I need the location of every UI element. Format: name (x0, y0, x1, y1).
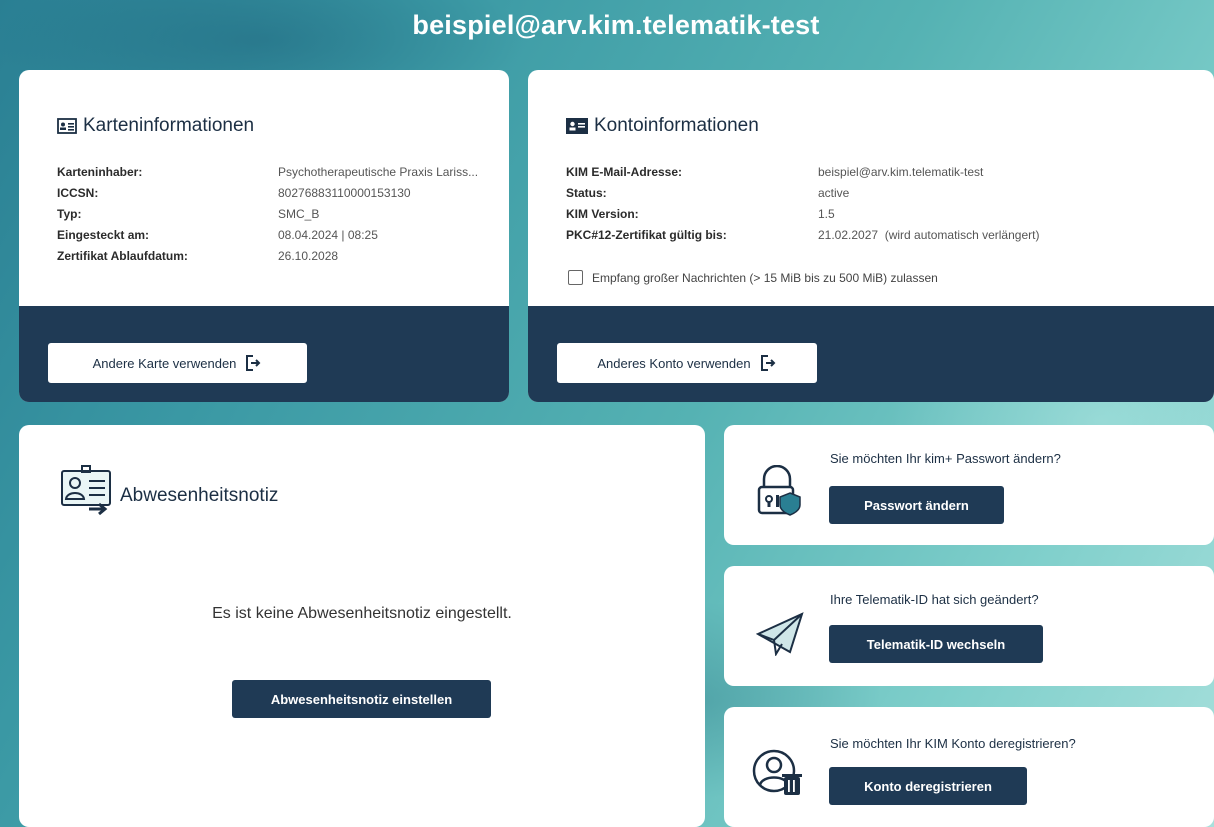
info-row: KIM Version: 1.5 (566, 203, 1039, 224)
change-password-button[interactable]: Passwort ändern (829, 486, 1004, 524)
info-row: Eingesteckt am: 08.04.2024 | 08:25 (57, 224, 478, 245)
info-row: ICCSN: 80276883110000153130 (57, 182, 478, 203)
info-row: KIM E-Mail-Adresse: beispiel@arv.kim.tele… (566, 161, 1039, 182)
logout-icon (760, 355, 776, 371)
info-label: Eingesteckt am: (57, 227, 150, 242)
account-info-panel: Kontoinformationen KIM E-Mail-Adresse: be… (528, 70, 1214, 402)
info-label: ICCSN: (57, 185, 99, 200)
absence-note-icon (61, 465, 111, 516)
info-row: Typ: SMC_B (57, 203, 478, 224)
info-label: Karteninhaber: (57, 164, 143, 179)
user-delete-icon (752, 749, 802, 795)
account-info-title: Kontoinformationen (594, 115, 759, 136)
large-messages-label: Empfang großer Nachrichten (> 15 MiB bis… (592, 271, 938, 285)
account-info-table: KIM E-Mail-Adresse: beispiel@arv.kim.tele… (566, 161, 1039, 245)
use-other-card-button[interactable]: Andere Karte verwenden (48, 343, 307, 383)
id-card-icon (57, 118, 77, 134)
absence-title: Abwesenheitsnotiz (120, 485, 279, 506)
info-value: beispiel@arv.kim.telematik-test (818, 164, 984, 179)
info-label: Typ: (57, 206, 82, 221)
info-row: Status: active (566, 182, 1039, 203)
password-panel: Sie möchten Ihr kim+ Passwort ändern? Pa… (724, 425, 1214, 545)
large-messages-checkbox[interactable] (568, 270, 583, 285)
use-other-card-label: Andere Karte verwenden (92, 355, 237, 371)
deregister-panel: Sie möchten Ihr KIM Konto deregistrieren… (724, 707, 1214, 827)
page-title: beispiel@arv.kim.telematik-test (412, 10, 820, 40)
card-info-table: Karteninhaber: Psychotherapeutische Praxi… (57, 161, 478, 266)
info-label: Zertifikat Ablaufdatum: (57, 248, 188, 263)
info-value: 1.5 (818, 206, 835, 221)
info-label: Status: (566, 185, 607, 200)
paper-plane-icon (756, 612, 804, 656)
card-info-panel: Karteninformationen Karteninhaber: Psycho… (19, 70, 509, 402)
lock-shield-icon (757, 465, 801, 516)
info-row: Karteninhaber: Psychotherapeutische Praxi… (57, 161, 478, 182)
card-info-title: Karteninformationen (83, 115, 255, 136)
info-label: PKC#12-Zertifikat gültig bis: (566, 227, 727, 242)
logout-icon (246, 355, 261, 371)
absence-note-panel: Abwesenheitsnotiz Es ist keine Abwesenhe… (19, 425, 705, 827)
use-other-account-button[interactable]: Anderes Konto verwenden (557, 343, 817, 383)
change-telematik-id-button[interactable]: Telematik-ID wechseln (829, 625, 1043, 663)
deregister-account-button[interactable]: Konto deregistrieren (829, 767, 1027, 805)
info-label: KIM Version: (566, 206, 639, 221)
password-question: Sie möchten Ihr kim+ Passwort ändern? (830, 451, 1061, 466)
info-row: Zertifikat Ablaufdatum: 26.10.2028 (57, 245, 478, 266)
absence-empty-text: Es ist keine Abwesenheitsnotiz eingestel… (212, 605, 512, 622)
telematik-panel: Ihre Telematik-ID hat sich geändert? Tel… (724, 566, 1214, 686)
info-value: active (818, 185, 850, 200)
deregister-question: Sie möchten Ihr KIM Konto deregistrieren… (830, 736, 1076, 751)
info-value: 08.04.2024 | 08:25 (278, 227, 378, 242)
info-value: 26.10.2028 (278, 248, 339, 263)
info-value: 80276883110000153130 (278, 185, 411, 200)
set-absence-note-button[interactable]: Abwesenheitsnotiz einstellen (232, 680, 491, 718)
id-card-icon (566, 118, 588, 134)
card-info-heading: Karteninformationen (57, 115, 254, 137)
use-other-account-label: Anderes Konto verwenden (597, 355, 751, 371)
info-value: Psychotherapeutische Praxis Lariss... (278, 164, 479, 179)
info-value: 21.02.2027 (wird automatisch verlängert) (818, 227, 1040, 242)
info-label: KIM E-Mail-Adresse: (566, 164, 683, 179)
account-info-heading: Kontoinformationen (566, 115, 759, 137)
absence-heading: Abwesenheitsnotiz (120, 485, 278, 507)
info-row: PKC#12-Zertifikat gültig bis: 21.02.2027 … (566, 224, 1039, 245)
telematik-question: Ihre Telematik-ID hat sich geändert? (830, 592, 1039, 607)
info-value: SMC_B (278, 206, 320, 221)
